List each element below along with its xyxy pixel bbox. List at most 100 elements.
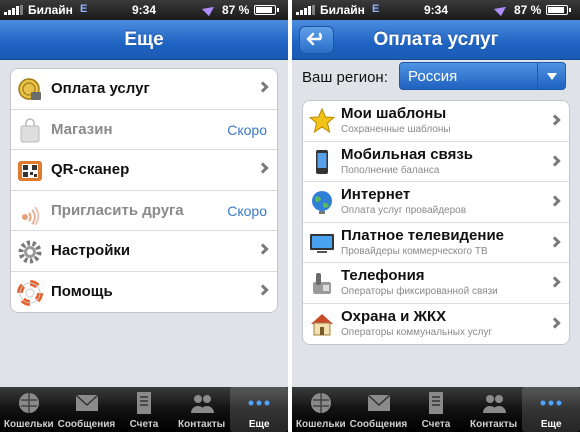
menu-item-payments[interactable]: Оплата услуг [11, 69, 277, 110]
battery-icon [254, 5, 279, 15]
menu-item-invite-friend[interactable]: Пригласить друга Скоро [11, 191, 277, 231]
tab-contacts[interactable]: Контакты [465, 387, 523, 432]
mobile-phone-icon [316, 149, 328, 174]
tab-contacts[interactable]: Контакты [173, 387, 231, 432]
chevron-down-icon [537, 63, 565, 89]
tab-invoices[interactable]: Счета [115, 387, 173, 432]
navigation-bar: Еще [0, 20, 288, 60]
category-label: Мобильная связь [341, 145, 474, 163]
gear-icon [18, 240, 42, 264]
chevron-right-icon [257, 283, 269, 296]
more-dots-icon [540, 400, 562, 406]
tab-label: Счета [129, 419, 159, 430]
more-menu-list: Оплата услуг Магазин Скоро QR-сканер При… [10, 68, 278, 313]
category-label: Охрана и ЖКХ [341, 307, 447, 325]
tab-label: Сообщения [57, 419, 116, 430]
category-description: Провайдеры коммерческого ТВ [341, 245, 488, 257]
tab-label: Контакты [178, 419, 226, 430]
chevron-right-icon [549, 316, 561, 329]
wallet-globe-icon [19, 393, 39, 413]
chevron-right-icon [549, 154, 561, 167]
category-paid-tv[interactable]: Платное телевидение Провайдеры коммерчес… [303, 223, 569, 263]
category-mobile[interactable]: Мобильная связь Пополнение баланса [303, 142, 569, 182]
category-security-utilities[interactable]: Охрана и ЖКХ Операторы коммунальных услу… [303, 304, 569, 345]
tab-label: Еще [248, 419, 270, 430]
battery-percent: 87 % [222, 3, 250, 17]
tab-bar: Кошельки Сообщения Счета Контакты Еще [0, 387, 288, 432]
category-internet[interactable]: Интернет Оплата услуг провайдеров [303, 182, 569, 223]
chevron-right-icon [257, 81, 269, 93]
menu-item-label: QR-сканер [51, 161, 130, 178]
category-description: Пополнение баланса [341, 164, 440, 176]
star-icon [309, 108, 335, 134]
region-select[interactable]: Россия [399, 62, 566, 90]
category-description: Операторы коммунальных услуг [341, 326, 493, 338]
coming-soon-label: Скоро [227, 121, 267, 138]
globe-icon [312, 191, 332, 214]
tab-label: Контакты [470, 419, 518, 430]
wallet-globe-icon [311, 393, 331, 413]
qr-scanner-icon [18, 161, 42, 181]
chevron-right-icon [549, 276, 561, 288]
invoice-icon [429, 392, 444, 414]
invoice-icon [137, 392, 152, 414]
contacts-icon [482, 395, 506, 413]
coming-soon-label: Скоро [227, 202, 267, 219]
battery-icon [546, 5, 571, 15]
invite-friend-icon [22, 205, 40, 225]
house-icon [311, 313, 333, 335]
tv-icon [310, 233, 334, 253]
category-description: Сохраненные шаблоны [341, 124, 451, 135]
more-dots-icon [248, 400, 270, 406]
status-bar: Билайн E 9:34 87 % [292, 0, 580, 20]
menu-item-shop[interactable]: Магазин Скоро [11, 110, 277, 150]
tab-label: Кошельки [3, 419, 54, 430]
tab-more[interactable]: Еще [522, 387, 580, 432]
region-value: Россия [408, 68, 458, 85]
envelope-icon [75, 394, 99, 411]
page-title: Оплата услуг [373, 29, 499, 50]
region-label: Ваш регион: [302, 69, 388, 86]
contacts-icon [190, 395, 214, 413]
tab-label: Счета [421, 419, 451, 430]
tab-messages[interactable]: Сообщения [57, 387, 116, 432]
chevron-right-icon [257, 162, 269, 174]
menu-item-label: Оплата услуг [51, 80, 150, 97]
coin-payment-icon [18, 78, 41, 100]
chevron-right-icon [257, 243, 269, 255]
tab-wallets[interactable]: Кошельки [0, 387, 58, 432]
landline-phone-icon [313, 273, 331, 294]
page-title: Еще [124, 29, 164, 50]
menu-item-label: Настройки [51, 242, 131, 259]
shopping-bag-icon [20, 117, 40, 142]
tab-invoices[interactable]: Счета [407, 387, 465, 432]
menu-item-qr-scanner[interactable]: QR-сканер [11, 150, 277, 191]
menu-item-help[interactable]: Помощь [11, 272, 277, 313]
category-description: Операторы фиксированной связи [341, 286, 498, 297]
status-bar: Билайн E 9:34 87 % [0, 0, 288, 20]
category-label: Телефония [341, 267, 425, 284]
navigation-bar: Оплата услуг [292, 20, 580, 60]
menu-item-settings[interactable]: Настройки [11, 231, 277, 272]
menu-item-label: Помощь [51, 282, 113, 300]
menu-item-label: Магазин [51, 120, 113, 138]
category-templates[interactable]: Мои шаблоны Сохраненные шаблоны [303, 101, 569, 142]
tab-messages[interactable]: Сообщения [349, 387, 408, 432]
more-screen: Билайн E 9:34 87 % Еще Оплата услуг Мага… [0, 0, 288, 432]
tab-label: Сообщения [349, 419, 408, 430]
category-label: Мои шаблоны [341, 105, 447, 122]
category-telephony[interactable]: Телефония Операторы фиксированной связи [303, 263, 569, 304]
category-label: Платное телевидение [341, 226, 505, 244]
lifebuoy-icon [17, 279, 43, 306]
tab-bar: Кошельки Сообщения Счета Контакты Еще [292, 387, 580, 432]
payment-categories-list: Мои шаблоны Сохраненные шаблоны Мобильна… [302, 100, 570, 345]
chevron-right-icon [549, 114, 561, 126]
envelope-icon [367, 394, 391, 411]
category-description: Оплата услуг провайдеров [341, 205, 467, 216]
payments-screen: Билайн E 9:34 87 % Оплата услуг Ваш реги… [292, 0, 580, 432]
tab-more[interactable]: Еще [230, 387, 288, 432]
tab-wallets[interactable]: Кошельки [292, 387, 350, 432]
battery-percent: 87 % [514, 3, 542, 17]
tab-label: Еще [540, 419, 562, 430]
category-label: Интернет [341, 186, 411, 203]
